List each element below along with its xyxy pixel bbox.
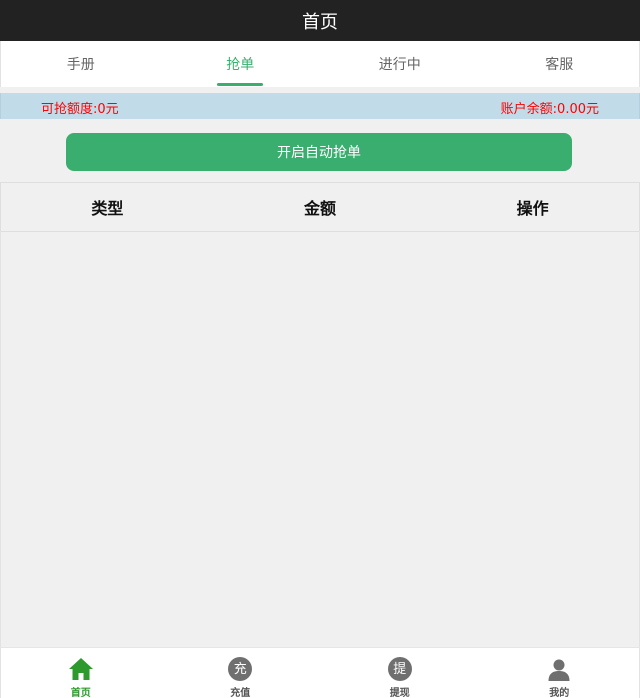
user-icon bbox=[546, 657, 572, 681]
grab-limit-text: 可抢额度:0元 bbox=[41, 102, 119, 117]
auto-grab-button[interactable]: 开启自动抢单 bbox=[66, 133, 572, 171]
nav-label: 首页 bbox=[70, 688, 91, 698]
tab-customer-service[interactable]: 客服 bbox=[480, 41, 640, 87]
nav-label: 充值 bbox=[230, 688, 251, 698]
active-tab-indicator bbox=[217, 83, 264, 86]
table-header: 类型 金额 操作 bbox=[0, 182, 640, 232]
tab-label: 客服 bbox=[545, 57, 574, 73]
tab-label: 抢单 bbox=[226, 57, 255, 73]
app-screen: 首页 手册 抢单 进行中 客服 可抢额度:0元 账户余额:0.00元 开启自动抢… bbox=[0, 0, 640, 698]
bottom-nav: 首页 充 充值 提 提现 我的 bbox=[0, 647, 640, 698]
account-balance-text: 账户余额:0.00元 bbox=[500, 102, 599, 117]
recharge-icon: 充 bbox=[227, 657, 253, 681]
home-icon bbox=[68, 657, 94, 681]
withdraw-icon: 提 bbox=[387, 657, 413, 681]
column-header-action: 操作 bbox=[516, 199, 549, 218]
tab-manual[interactable]: 手册 bbox=[1, 41, 161, 87]
nav-label: 我的 bbox=[549, 688, 570, 698]
nav-label: 提现 bbox=[389, 688, 410, 698]
nav-mine[interactable]: 我的 bbox=[480, 648, 640, 698]
nav-withdraw[interactable]: 提 提现 bbox=[320, 648, 480, 698]
tab-bar: 手册 抢单 进行中 客服 bbox=[0, 41, 640, 87]
page-title: 首页 bbox=[302, 11, 338, 33]
nav-home[interactable]: 首页 bbox=[1, 648, 161, 698]
column-header-amount: 金额 bbox=[304, 199, 337, 218]
tab-label: 进行中 bbox=[378, 57, 421, 73]
order-list bbox=[0, 231, 640, 647]
tab-label: 手册 bbox=[66, 57, 95, 73]
tab-in-progress[interactable]: 进行中 bbox=[320, 41, 480, 87]
nav-recharge[interactable]: 充 充值 bbox=[161, 648, 321, 698]
title-bar: 首页 bbox=[0, 0, 640, 41]
column-header-type: 类型 bbox=[91, 199, 124, 218]
tab-grab-order[interactable]: 抢单 bbox=[161, 41, 321, 87]
quota-bar: 可抢额度:0元 账户余额:0.00元 bbox=[0, 93, 640, 119]
